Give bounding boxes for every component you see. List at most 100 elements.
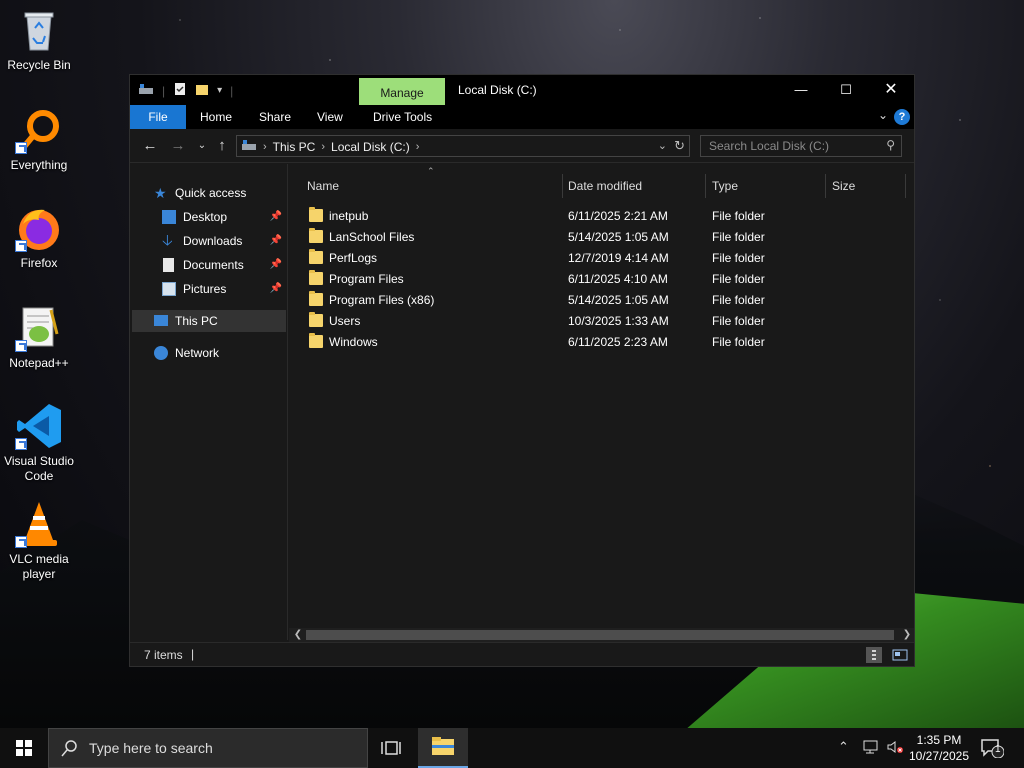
table-row[interactable]: PerfLogs 12/7/2019 4:14 AM File folder — [289, 248, 914, 269]
new-folder-icon[interactable] — [195, 82, 209, 99]
table-row[interactable]: Program Files (x86) 5/14/2025 1:05 AM Fi… — [289, 290, 914, 311]
maximize-icon[interactable]: ☐ — [823, 75, 869, 105]
pin-icon: 📌 — [269, 259, 282, 270]
network-icon — [154, 346, 168, 360]
windows-start-icon[interactable] — [0, 728, 48, 768]
desktop-icon-vlc[interactable]: VLC media player — [0, 500, 78, 582]
minimize-icon[interactable]: — — [778, 75, 824, 105]
tab-file[interactable]: File — [130, 105, 186, 129]
table-row[interactable]: Users 10/3/2025 1:33 AM File folder — [289, 311, 914, 332]
desktop-icon-label: Notepad++ — [9, 356, 69, 370]
refresh-icon[interactable]: ↻ — [674, 138, 685, 154]
close-icon[interactable]: ✕ — [868, 75, 914, 105]
column-divider[interactable] — [905, 174, 906, 198]
title-bar[interactable]: | ▾ | Manage Local Disk (C:) — ☐ ✕ — [130, 75, 914, 105]
desktop-icon-notepadpp[interactable]: Notepad++ — [0, 304, 78, 371]
table-row[interactable]: inetpub 6/11/2025 2:21 AM File folder — [289, 206, 914, 227]
task-view-icon[interactable] — [380, 737, 402, 759]
file-explorer-window[interactable]: | ▾ | Manage Local Disk (C:) — ☐ ✕ File … — [129, 74, 915, 667]
file-date: 6/11/2025 2:21 AM — [568, 209, 668, 223]
notification-icon[interactable]: 1 — [980, 738, 1005, 759]
search-icon[interactable]: ⚲ — [886, 138, 895, 152]
desktop-icon-everything[interactable]: Everything — [0, 106, 78, 173]
large-icons-view-icon[interactable] — [892, 647, 908, 663]
nav-desktop[interactable]: Desktop 📌 — [130, 206, 288, 228]
table-row[interactable]: Program Files 6/11/2025 4:10 AM File fol… — [289, 269, 914, 290]
scrollbar-thumb[interactable] — [306, 630, 894, 640]
table-row[interactable]: LanSchool Files 5/14/2025 1:05 AM File f… — [289, 227, 914, 248]
back-arrow-icon[interactable]: ← — [140, 137, 160, 154]
file-date: 12/7/2019 4:14 AM — [568, 251, 669, 265]
file-name: Windows — [329, 335, 378, 349]
tab-drive-tools[interactable]: Drive Tools — [365, 105, 440, 129]
forward-arrow-icon[interactable]: → — [168, 137, 188, 154]
nav-this-pc[interactable]: This PC — [132, 310, 286, 332]
navigation-bar: ← → ⌄ ↑ › This PC › Local Disk (C:) › ⌄ … — [130, 129, 914, 163]
address-bar[interactable]: › This PC › Local Disk (C:) › ⌄ ↻ — [236, 135, 690, 157]
properties-icon[interactable] — [173, 82, 187, 99]
desktop-icon-firefox[interactable]: Firefox — [0, 204, 78, 271]
nav-quick-access[interactable]: ★ Quick access — [130, 182, 288, 204]
help-icon[interactable]: ? — [894, 109, 910, 125]
folder-icon — [309, 312, 323, 327]
nav-label: Downloads — [183, 234, 243, 248]
nav-downloads[interactable]: 🡣 Downloads 📌 — [130, 230, 288, 252]
folder-icon — [309, 333, 323, 348]
drive-icon — [138, 82, 154, 99]
details-view-icon[interactable] — [866, 647, 882, 663]
chevron-up-icon[interactable]: ⌃ — [838, 739, 849, 755]
pin-icon: 📌 — [269, 235, 282, 246]
breadcrumb-local-disk[interactable]: Local Disk (C:) — [331, 140, 410, 154]
file-date: 5/14/2025 1:05 AM — [568, 230, 669, 244]
file-name: LanSchool Files — [329, 230, 415, 244]
nav-pictures[interactable]: Pictures 📌 — [130, 278, 288, 300]
desktop-icon-recycle-bin[interactable]: Recycle Bin — [0, 6, 78, 73]
file-name: PerfLogs — [329, 251, 378, 265]
pin-icon: 📌 — [269, 211, 282, 222]
nav-network[interactable]: Network — [130, 342, 288, 364]
tab-view[interactable]: View — [309, 105, 351, 129]
tab-home[interactable]: Home — [192, 105, 240, 129]
navigation-pane: ★ Quick access Desktop 📌 🡣 Downloads 📌 D… — [130, 164, 288, 640]
column-header-name[interactable]: Name — [301, 174, 561, 198]
notification-count: 1 — [995, 744, 1001, 755]
scroll-left-icon[interactable]: ❮ — [291, 628, 305, 642]
horizontal-scrollbar[interactable]: ❮ ❯ — [289, 628, 914, 642]
tab-manage[interactable]: Manage — [359, 78, 445, 105]
breadcrumb-separator-icon[interactable]: › — [263, 141, 267, 153]
search-box[interactable]: ⚲ — [700, 135, 902, 157]
nav-label: This PC — [175, 314, 218, 328]
desktop-icon-label: Recycle Bin — [7, 58, 71, 72]
column-header-type[interactable]: Type — [706, 174, 824, 198]
breadcrumb-separator-icon[interactable]: › — [416, 141, 420, 153]
tab-share[interactable]: Share — [251, 105, 299, 129]
folder-icon — [309, 228, 323, 243]
nav-documents[interactable]: Documents 📌 — [130, 254, 288, 276]
column-header-size[interactable]: Size — [826, 174, 904, 198]
desktop-icon-vscode[interactable]: Visual Studio Code — [0, 402, 78, 484]
file-type: File folder — [712, 209, 765, 223]
file-date: 6/11/2025 2:23 AM — [568, 335, 668, 349]
breadcrumb-this-pc[interactable]: This PC — [273, 140, 316, 154]
nav-label: Quick access — [175, 186, 247, 200]
scroll-right-icon[interactable]: ❯ — [900, 628, 914, 642]
search-input[interactable] — [701, 136, 877, 156]
desktop-icon-label: Everything — [10, 158, 68, 172]
folder-icon — [309, 270, 323, 285]
breadcrumb-separator-icon[interactable]: › — [321, 141, 325, 153]
chevron-down-icon[interactable]: ⌄ — [878, 108, 888, 122]
file-type: File folder — [712, 293, 765, 307]
table-row[interactable]: Windows 6/11/2025 2:23 AM File folder — [289, 332, 914, 353]
taskbar-search[interactable]: Type here to search — [48, 728, 368, 768]
customize-qat-icon[interactable]: ▾ — [217, 85, 222, 96]
up-arrow-icon[interactable]: ↑ — [212, 137, 232, 154]
clock-date: 10/27/2025 — [908, 749, 970, 763]
address-dropdown-icon[interactable]: ⌄ — [658, 139, 667, 152]
network-status-icon[interactable] — [862, 739, 880, 758]
star-icon: ★ — [154, 185, 167, 201]
system-clock[interactable]: 1:35 PM 10/27/2025 — [900, 732, 978, 764]
file-name: Program Files — [329, 272, 404, 286]
column-header-date[interactable]: Date modified — [562, 174, 704, 198]
recent-locations-chevron-icon[interactable]: ⌄ — [192, 140, 212, 151]
file-explorer-icon[interactable] — [418, 728, 468, 768]
